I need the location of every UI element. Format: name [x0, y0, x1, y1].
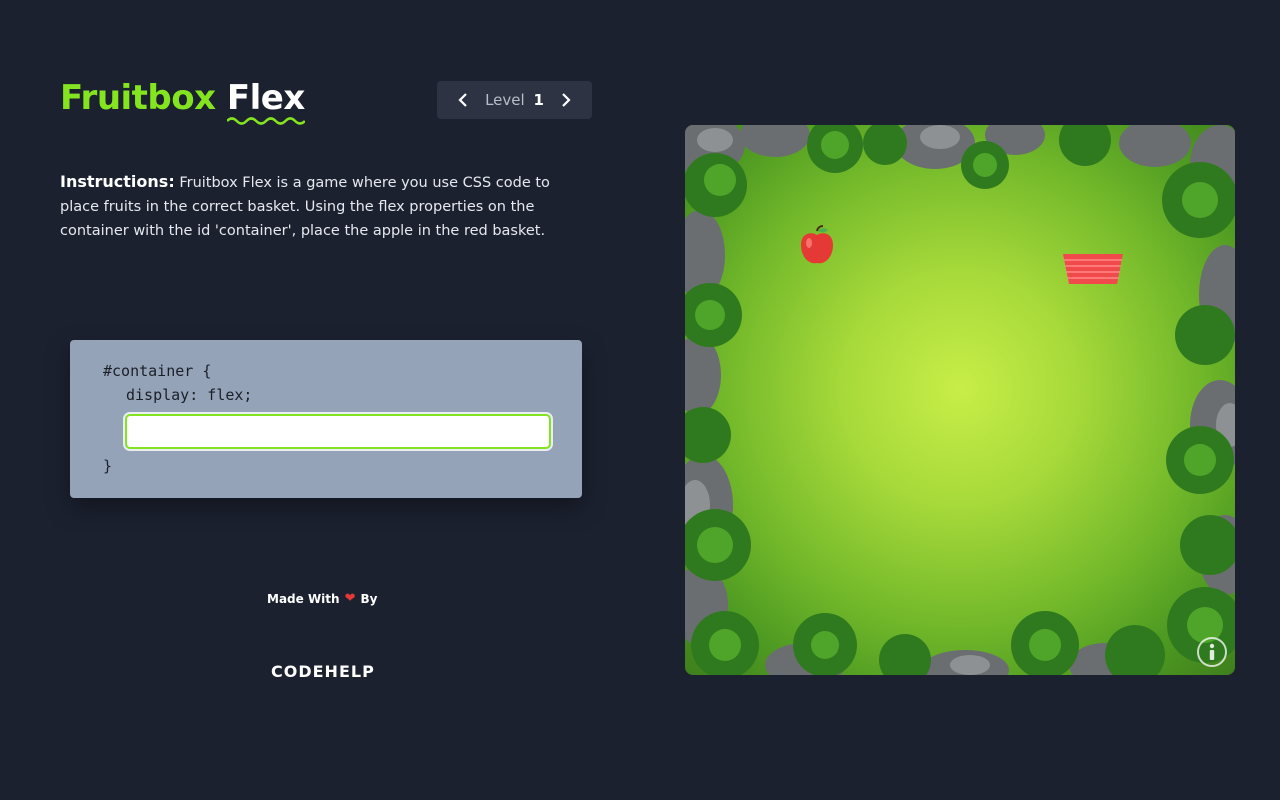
level-number: 1	[533, 91, 544, 109]
made-with-text: Made With	[267, 591, 340, 606]
level-indicator: Level 1	[485, 91, 544, 109]
game-board	[685, 125, 1235, 675]
instructions: Instructions: Fruitbox Flex is a game wh…	[60, 170, 570, 243]
info-icon[interactable]	[1197, 637, 1227, 667]
apple-fruit	[801, 225, 833, 264]
css-editor: #container { display: flex; }	[70, 340, 582, 498]
level-navigation: Level 1	[437, 81, 592, 119]
title-flex-text: Flex	[226, 78, 305, 118]
brand-link[interactable]: CODEHELP	[271, 662, 375, 681]
by-text: By	[360, 591, 378, 606]
title-flex: Flex	[226, 78, 305, 125]
level-label: Level	[485, 91, 525, 109]
instructions-heading: Instructions:	[60, 172, 175, 191]
heart-icon: ❤	[344, 591, 356, 606]
game-title: Fruitbox Flex	[60, 78, 305, 125]
made-with-credit: Made With ❤ By	[267, 591, 377, 606]
chevron-left-icon[interactable]	[455, 91, 473, 109]
squiggle-underline	[226, 117, 305, 125]
red-basket	[1063, 254, 1123, 284]
code-line-close: }	[103, 457, 113, 475]
title-fruitbox: Fruitbox	[60, 78, 216, 118]
chevron-right-icon[interactable]	[556, 91, 574, 109]
code-line-selector: #container {	[103, 362, 212, 380]
css-code-input[interactable]	[123, 412, 553, 451]
foliage-border	[685, 125, 1235, 675]
code-line-display: display: flex;	[126, 386, 253, 404]
